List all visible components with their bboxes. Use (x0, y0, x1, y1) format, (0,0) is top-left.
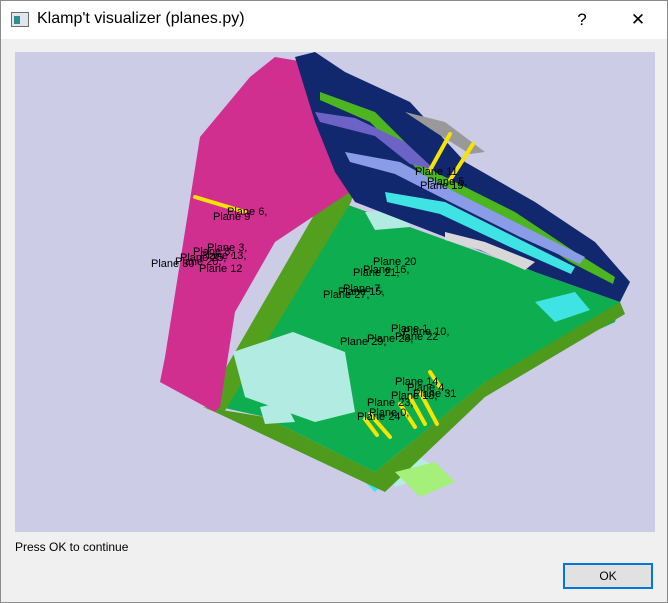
plane-label: Plane 31 (413, 388, 456, 400)
ok-button[interactable]: OK (563, 563, 653, 589)
dialog-window: Klamp't visualizer (planes.py) ? ✕ Plane… (0, 0, 668, 603)
app-window-icon (11, 12, 29, 27)
help-button[interactable]: ? (557, 1, 607, 39)
plane-label: Plane 19 (420, 180, 463, 192)
status-message: Press OK to continue (15, 540, 129, 554)
plane-label: Plane 21, (353, 267, 399, 279)
title-bar: Klamp't visualizer (planes.py) ? ✕ (1, 1, 667, 39)
close-button[interactable]: ✕ (613, 1, 663, 39)
plane-label: Plane 15, (338, 286, 384, 298)
plane-label: Plane 11 (415, 166, 458, 178)
plane-label: Plane 24 (357, 411, 400, 423)
point-cloud-render: Plane 6, Plane 9 Plane 3, Plane 8, Plane… (151, 52, 630, 497)
plane-label: Plane 12 (199, 263, 242, 275)
window-title: Klamp't visualizer (planes.py) (37, 10, 245, 27)
plane-label: Plane 9 (213, 211, 250, 223)
visualizer-viewport[interactable]: Plane 6, Plane 9 Plane 3, Plane 8, Plane… (15, 52, 655, 532)
plane-label: Plane 28, (367, 333, 413, 345)
